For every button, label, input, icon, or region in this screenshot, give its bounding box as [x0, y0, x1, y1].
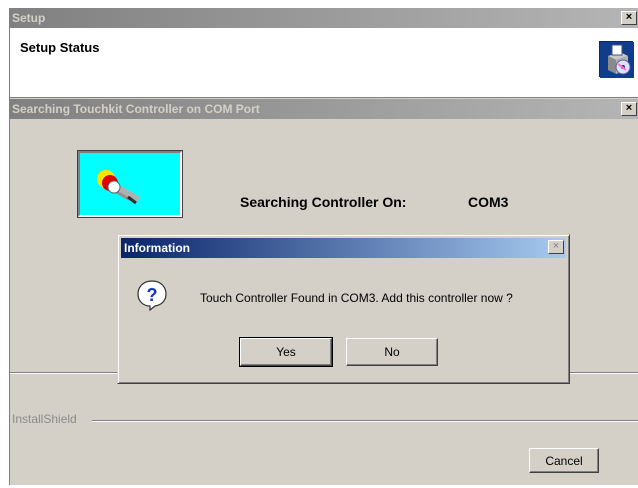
installshield-label: InstallShield: [12, 412, 80, 426]
separator-installshield: [92, 420, 638, 422]
plug-image-box: [77, 150, 183, 218]
setup-close-button[interactable]: ×: [621, 11, 637, 25]
setup-titlebar[interactable]: Setup ×: [10, 8, 638, 28]
question-icon: ?: [136, 279, 168, 312]
installer-box-icon: [599, 41, 634, 78]
searching-controller-label: Searching Controller On:: [240, 194, 407, 210]
information-titlebar[interactable]: Information ×: [121, 238, 566, 258]
cancel-button[interactable]: Cancel: [529, 448, 599, 473]
yes-button[interactable]: Yes: [239, 337, 333, 367]
search-close-button[interactable]: ×: [621, 102, 637, 116]
information-dialog: Information × ? Touch Controller Found i…: [117, 234, 570, 384]
search-titlebar[interactable]: Searching Touchkit Controller on COM Por…: [10, 99, 638, 119]
setup-header-panel: Setup Status: [10, 28, 638, 98]
setup-window-title: Setup: [12, 11, 46, 25]
information-dialog-title: Information: [124, 241, 190, 255]
com-port-value: COM3: [468, 194, 509, 210]
serial-plug-icon: [97, 170, 141, 205]
search-window-title: Searching Touchkit Controller on COM Por…: [12, 102, 260, 116]
svg-text:?: ?: [147, 285, 158, 305]
no-button[interactable]: No: [346, 338, 438, 366]
information-close-button[interactable]: ×: [548, 240, 564, 254]
setup-status-heading: Setup Status: [20, 40, 100, 55]
information-message: Touch Controller Found in COM3. Add this…: [200, 291, 513, 305]
